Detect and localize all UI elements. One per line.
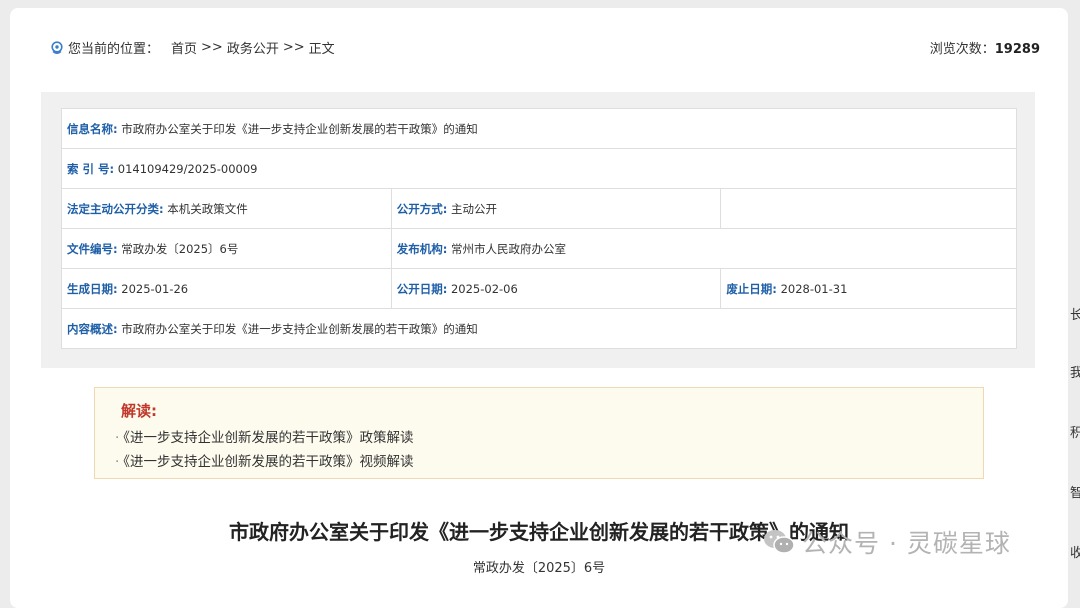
info-title-key: 信息名称: — [67, 121, 118, 136]
breadcrumb-label: 您当前的位置： — [68, 42, 160, 57]
info-category-key: 法定主动公开分类: — [67, 201, 164, 216]
info-summary-key: 内容概述: — [67, 321, 118, 336]
video-interpretation-label: 《进一步支持企业创新发展的若干政策》视频解读 — [123, 454, 414, 470]
info-title-cell: 信息名称: 市政府办公室关于印发《进一步支持企业创新发展的若干政策》的通知 — [61, 108, 1017, 149]
bullet-icon: · — [115, 430, 120, 446]
breadcrumb-current: 正文 — [308, 42, 335, 57]
table-row: 文件编号: 常政办发〔2025〕6号 发布机构: 常州市人民政府办公室 — [61, 228, 1018, 269]
table-row: 索 引 号: 014109429/2025-00009 — [61, 148, 1017, 189]
info-summary-value: 市政府办公室关于印发《进一步支持企业创新发展的若干政策》的通知 — [121, 321, 478, 336]
info-table: 信息名称: 市政府办公室关于印发《进一步支持企业创新发展的若干政策》的通知 索 … — [61, 108, 1018, 349]
info-summary-cell: 内容概述: 市政府办公室关于印发《进一步支持企业创新发展的若干政策》的通知 — [61, 308, 1017, 349]
info-category-value: 本机关政策文件 — [167, 201, 248, 216]
info-index-value: 014109429/2025-00009 — [117, 161, 258, 176]
info-created-value: 2025-01-26 — [121, 281, 189, 296]
info-panel: 信息名称: 市政府办公室关于印发《进一步支持企业创新发展的若干政策》的通知 索 … — [41, 92, 1035, 368]
info-docno-value: 常政办发〔2025〕6号 — [121, 241, 239, 256]
edge-char: 积 — [1070, 426, 1080, 441]
watermark: 公众号 · 灵碳星球 — [762, 524, 1011, 560]
breadcrumb-home-link[interactable]: 首页 — [171, 38, 197, 57]
info-method-key: 公开方式: — [396, 201, 448, 216]
info-method-cell: 公开方式: 主动公开 — [390, 188, 722, 229]
info-expire-value: 2028-01-31 — [780, 281, 848, 296]
interpretation-title: 解读: — [121, 402, 157, 420]
video-interpretation-link[interactable]: · 《进一步支持企业创新发展的若干政策》视频解读 — [115, 450, 414, 470]
view-count-value: 19289 — [994, 42, 1040, 57]
info-created-cell: 生成日期: 2025-01-26 — [61, 268, 392, 309]
info-org-key: 发布机构: — [396, 241, 448, 256]
info-expire-cell: 废止日期: 2028-01-31 — [720, 268, 1017, 309]
info-published-value: 2025-02-06 — [450, 281, 518, 296]
edge-char: 我 — [1070, 366, 1080, 381]
info-docno-key: 文件编号: — [67, 241, 118, 256]
breadcrumb: 您当前的位置： 首页 >> 政务公开 >> 正文 — [50, 38, 335, 57]
breadcrumb-gov-link[interactable]: 政务公开 — [227, 38, 279, 57]
breadcrumb-separator: >> — [201, 40, 223, 55]
table-row: 法定主动公开分类: 本机关政策文件 公开方式: 主动公开 — [61, 188, 1017, 229]
bullet-icon: · — [115, 454, 120, 470]
location-pin-icon — [50, 40, 64, 55]
info-title-value: 市政府办公室关于印发《进一步支持企业创新发展的若干政策》的通知 — [121, 121, 478, 136]
info-index-cell: 索 引 号: 014109429/2025-00009 — [61, 148, 1017, 189]
breadcrumb-row: 您当前的位置： 首页 >> 政务公开 >> 正文 浏览次数：19289 — [50, 38, 1040, 60]
wechat-icon — [762, 527, 796, 557]
info-published-key: 公开日期: — [396, 281, 448, 296]
info-published-cell: 公开日期: 2025-02-06 — [390, 268, 722, 309]
watermark-text: 公众号 · 灵碳星球 — [802, 529, 1011, 558]
info-org-cell: 发布机构: 常州市人民政府办公室 — [390, 228, 1018, 269]
info-index-key: 索 引 号: — [67, 161, 115, 176]
info-method-value: 主动公开 — [450, 201, 497, 216]
view-count-label: 浏览次数： — [929, 42, 995, 57]
view-count: 浏览次数：19289 — [930, 38, 1040, 57]
info-docno-cell: 文件编号: 常政办发〔2025〕6号 — [61, 228, 392, 269]
table-row: 生成日期: 2025-01-26 公开日期: 2025-02-06 废止日期: … — [61, 268, 1017, 309]
edge-char: 收 — [1070, 546, 1080, 561]
table-row: 内容概述: 市政府办公室关于印发《进一步支持企业创新发展的若干政策》的通知 — [61, 308, 1017, 349]
info-org-value: 常州市人民政府办公室 — [450, 241, 566, 256]
table-row: 信息名称: 市政府办公室关于印发《进一步支持企业创新发展的若干政策》的通知 — [61, 108, 1017, 149]
page-container: 您当前的位置： 首页 >> 政务公开 >> 正文 浏览次数：19289 信息名称… — [10, 8, 1068, 608]
breadcrumb-separator: >> — [282, 40, 305, 55]
info-category-cell: 法定主动公开分类: 本机关政策文件 — [61, 188, 392, 229]
edge-char: 长 — [1070, 308, 1080, 323]
policy-interpretation-link[interactable]: · 《进一步支持企业创新发展的若干政策》政策解读 — [115, 426, 414, 446]
info-expire-key: 废止日期: — [726, 281, 777, 296]
info-created-key: 生成日期: — [67, 281, 118, 296]
policy-interpretation-label: 《进一步支持企业创新发展的若干政策》政策解读 — [123, 430, 414, 446]
edge-char: 智 — [1070, 486, 1080, 501]
interpretation-box: 解读: · 《进一步支持企业创新发展的若干政策》政策解读 · 《进一步支持企业创新发… — [94, 387, 984, 479]
info-empty-cell — [720, 188, 1017, 229]
